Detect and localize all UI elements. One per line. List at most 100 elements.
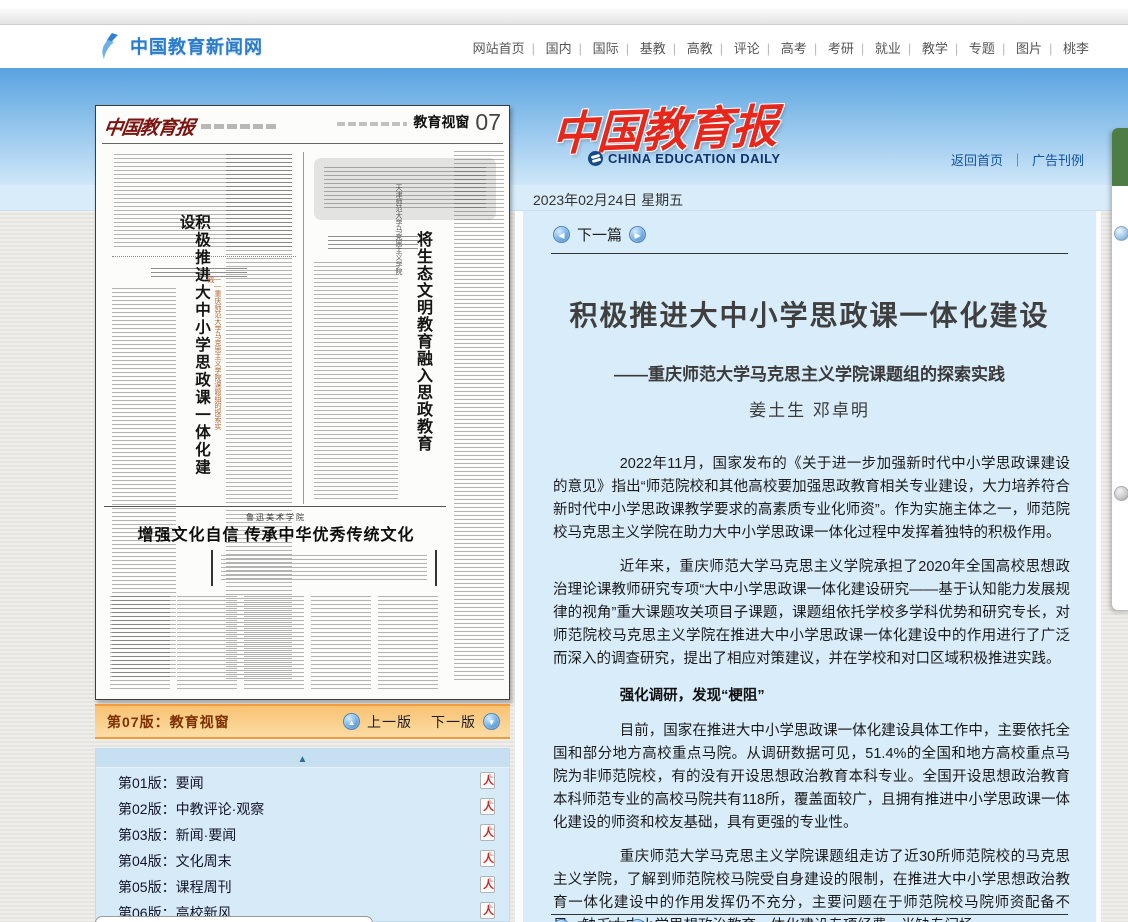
share-circle-icon[interactable] — [1114, 486, 1128, 501]
next-article-globe-icon[interactable]: ▶ — [629, 226, 646, 243]
list-item: 第03版：新闻·要闻 人 — [96, 820, 509, 846]
prev-edition-globe-icon[interactable]: ▲ — [343, 713, 360, 730]
paper-headline-main: 积极推进大中小学思政课一体化建设 — [178, 214, 209, 479]
article-body: 2022年11月，国家发布的《关于进一步加强新时代中小学思政课建设的意见》指出“… — [553, 453, 1070, 922]
newsprint-text-block — [378, 596, 438, 690]
top-navigation-bar: 中国教育新闻网 网站首页| 国内| 国际| 基教| 高教| 评论| 高考| 考研… — [0, 25, 1128, 68]
nav-link-taoli[interactable]: 桃李 — [1056, 41, 1096, 56]
primary-nav: 网站首页| 国内| 国际| 基教| 高教| 评论| 高考| 考研| 就业| 教学… — [466, 38, 1096, 57]
site-logo[interactable]: 中国教育新闻网 — [98, 32, 263, 60]
edition-link-04[interactable]: 第04版：文化周末 — [118, 851, 232, 871]
article-bottom-divider — [551, 914, 1068, 915]
next-edition-globe-icon[interactable]: ▼ — [483, 713, 500, 730]
nav-link-employment[interactable]: 就业 — [868, 41, 908, 56]
pdf-icon[interactable]: 人 — [480, 772, 495, 789]
nav-link-special[interactable]: 专题 — [962, 41, 1002, 56]
newsprint-column-divider — [303, 152, 304, 504]
next-edition-link[interactable]: 下一版 — [431, 712, 476, 732]
edition-link-01[interactable]: 第01版：要闻 — [118, 773, 204, 793]
article-bottom-nav: ◀ 下一篇 ▶ — [553, 917, 646, 922]
list-item: 第05版：课程周刊 人 — [96, 872, 509, 898]
next-article-globe-icon[interactable]: ▶ — [629, 919, 646, 922]
nav-separator: | — [673, 41, 676, 56]
pdf-icon[interactable]: 人 — [480, 798, 495, 815]
pdf-icon[interactable]: 人 — [480, 876, 495, 893]
nav-separator: | — [532, 41, 535, 56]
nav-separator: | — [1002, 41, 1005, 56]
nav-separator: | — [908, 41, 911, 56]
date-text: 2023年02月24日 星期五 — [533, 190, 683, 210]
edition-link-02[interactable]: 第02版：中教评论·观察 — [118, 799, 264, 819]
clipped-popup-edge — [95, 916, 373, 922]
prev-article-globe-icon[interactable]: ◀ — [553, 919, 570, 922]
newsprint-quote-bracket — [211, 550, 437, 586]
editions-list-panel: ▲ 第01版：要闻 人 第02版：中教评论·观察 人 第03版：新闻·要闻 人 … — [95, 748, 510, 922]
nav-link-domestic[interactable]: 国内 — [539, 41, 579, 56]
pdf-icon[interactable]: 人 — [480, 850, 495, 867]
newspaper-page-image[interactable]: 中国教育报 教育视窗 07 积极推进大中小学思政课一体化建设 ——重庆师范大学马… — [95, 105, 510, 700]
nav-link-kaoyan[interactable]: 考研 — [821, 41, 861, 56]
newsprint-text-block — [311, 596, 371, 690]
header-link-separator: ｜ — [1003, 153, 1032, 168]
paper-headline-right: 将生态文明教育融入思政教育 — [414, 231, 430, 461]
edition-link-03[interactable]: 第03版：新闻·要闻 — [118, 825, 236, 845]
newsprint-text-block — [454, 151, 504, 683]
article-paragraph: 近年来，重庆师范大学马克思主义学院承担了2020年全国高校思想政治理论课教师研究… — [553, 556, 1070, 671]
newsprint-text-block — [314, 262, 398, 500]
collapse-arrow-icon[interactable]: ▲ — [298, 754, 308, 765]
pdf-icon[interactable]: 人 — [480, 824, 495, 841]
paper-page-number: 07 — [475, 112, 501, 132]
nav-separator: | — [861, 41, 864, 56]
edition-pager-controls: ▲ 上一版 下一版 ▼ — [343, 712, 500, 732]
newsprint-text-block — [221, 555, 427, 581]
share-globe-icon[interactable] — [1114, 226, 1128, 241]
nav-link-higher-edu[interactable]: 高教 — [680, 41, 720, 56]
nav-separator: | — [767, 41, 770, 56]
editions-list-header[interactable]: ▲ — [96, 749, 509, 768]
nav-separator: | — [814, 41, 817, 56]
back-home-link[interactable]: 返回首页 — [951, 153, 1003, 168]
newsprint-section-rule — [104, 506, 446, 507]
newsprint-subhead-block — [328, 236, 418, 252]
next-article-link[interactable]: 下一篇 — [577, 917, 622, 922]
nav-link-international[interactable]: 国际 — [586, 41, 626, 56]
newsprint-text-block — [244, 596, 304, 690]
nav-link-teaching[interactable]: 教学 — [915, 41, 955, 56]
nav-link-basic-edu[interactable]: 基教 — [633, 41, 673, 56]
prev-edition-link[interactable]: 上一版 — [367, 712, 412, 732]
newsprint-text-block — [110, 596, 170, 690]
ced-en-text: CHINA EDUCATION DAILY — [608, 151, 781, 166]
article-subtitle: ——重庆师范大学马克思主义学院课题组的探索实践 — [523, 360, 1096, 385]
list-item: 第01版：要闻 人 — [96, 768, 509, 794]
nav-link-photos[interactable]: 图片 — [1009, 41, 1049, 56]
newspaper-brand-en: CHINA EDUCATION DAILY — [588, 151, 781, 166]
nav-link-home[interactable]: 网站首页 — [466, 41, 532, 56]
list-item: 第04版：文化周末 人 — [96, 846, 509, 872]
paper-headline-right-kicker: 天津师范大学马克思主义学院 — [395, 184, 402, 294]
paper-page-info: 教育视窗 07 — [337, 112, 501, 132]
ad-rates-link[interactable]: 广告刊例 — [1032, 153, 1084, 168]
nav-separator: | — [1049, 41, 1052, 56]
edition-pager-bar: 第07版：教育视窗 ▲ 上一版 下一版 ▼ — [95, 704, 510, 739]
nav-separator: | — [626, 41, 629, 56]
prev-article-globe-icon[interactable]: ◀ — [553, 226, 570, 243]
header-links: 返回首页｜广告刊例 — [951, 150, 1084, 169]
list-item: 第02版：中教评论·观察 人 — [96, 794, 509, 820]
swoosh-logo-icon — [98, 32, 124, 60]
top-strip — [0, 9, 1128, 25]
current-edition-label: 第07版：教育视窗 — [107, 712, 230, 732]
edition-link-05[interactable]: 第05版：课程周刊 — [118, 877, 232, 897]
floating-share-panel[interactable] — [1112, 128, 1128, 610]
next-article-link[interactable]: 下一篇 — [577, 224, 622, 245]
paper-headline-main-sub: ——重庆师范大学马克思主义学院课题组的探索实践 — [207, 276, 221, 431]
floating-panel-header[interactable] — [1112, 128, 1128, 186]
paper-rule — [102, 143, 503, 144]
paper-page-label: 教育视窗 — [413, 112, 469, 132]
article-divider — [551, 253, 1068, 254]
article-paragraph: 2022年11月，国家发布的《关于进一步加强新时代中小学思政课建设的意见》指出“… — [553, 453, 1070, 545]
ced-globe-icon — [588, 151, 603, 166]
article-title: 积极推进大中小学思政课一体化建设 — [523, 294, 1096, 334]
pdf-icon[interactable]: 人 — [480, 902, 495, 919]
nav-link-commentary[interactable]: 评论 — [727, 41, 767, 56]
nav-link-gaokao[interactable]: 高考 — [774, 41, 814, 56]
